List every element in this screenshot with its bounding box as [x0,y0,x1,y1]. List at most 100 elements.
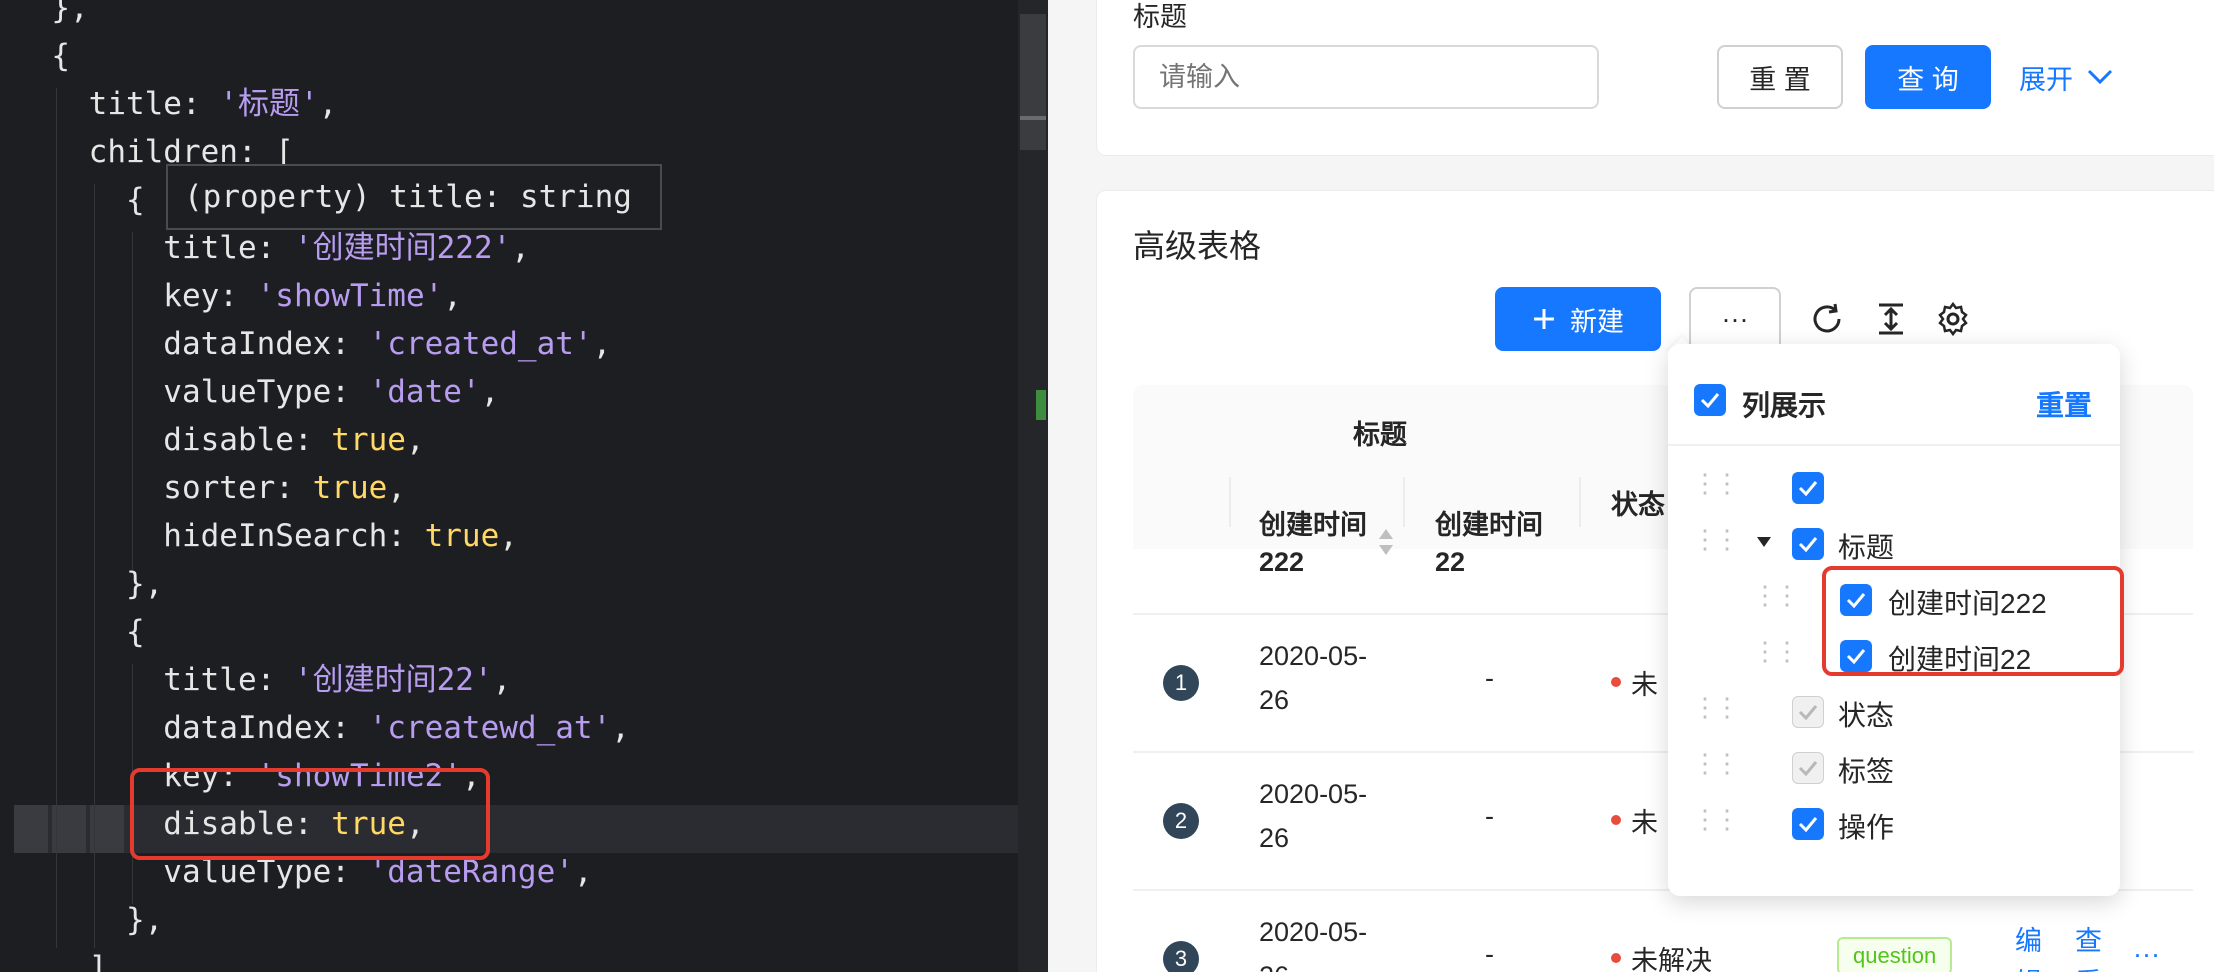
title-search-input[interactable] [1133,45,1599,109]
hover-tooltip: (property) title: string [166,164,662,230]
drag-handle-icon[interactable]: ⋮⋮ [1692,524,1740,555]
reset-button[interactable]: 重 置 [1717,45,1843,109]
code-line: dataIndex: 'createwd_at', [14,704,630,752]
edit-link-2[interactable]: 辑 [2015,961,2042,972]
column-checkbox[interactable] [1792,808,1824,840]
row-date: 26 [1259,685,1290,715]
highlight-box-child-columns [1822,566,2124,676]
column-item-label: 标签 [1838,756,1895,787]
view-link[interactable]: 查 [2075,919,2102,958]
column-settings-title: 列展示 [1742,390,1827,421]
drag-handle-icon[interactable]: ⋮⋮ [1692,692,1740,723]
code-line: dataIndex: 'created_at', [14,320,611,368]
scrollbar-marker [1020,116,1046,120]
row-created22: - [1485,939,1494,969]
check-icon [1798,481,1818,496]
column-checkbox[interactable] [1792,528,1824,560]
code-line: valueType: 'date', [14,368,499,416]
code-token: , [492,662,512,698]
column-settings-reset[interactable]: 重置 [2036,384,2092,424]
column-item-label: 标题 [1838,532,1895,563]
caret-down-icon[interactable] [1756,536,1772,548]
row-more-link[interactable]: ··· [2133,939,2160,970]
drag-handle-icon[interactable]: ⋮⋮ [1692,468,1740,499]
code-line: }, [14,560,163,608]
code-line: title: '标题', [14,80,338,128]
pro-table-app: 标题 重 置 查 询 展开 高级表格 新建 ··· 标题 创建时间 222 创建… [1048,0,2214,972]
header-divider [1229,477,1231,527]
code-line: title: '创建时间22', [14,656,511,704]
code-token: key: [14,278,257,314]
status-dot [1611,815,1621,825]
drag-handle-icon[interactable]: ⋮⋮ [1752,636,1800,667]
header-created-22-l2: 22 [1435,547,1466,577]
row-date: 2020-05- [1259,779,1368,809]
code-token: true [424,518,500,554]
query-button[interactable]: 查 询 [1865,45,1991,109]
code-line: hideInSearch: true, [14,512,518,560]
code-token: , [405,422,425,458]
code-token: disable: [14,422,332,458]
check-icon [1798,705,1818,720]
code-token: , [499,518,518,554]
code-line: sorter: true, [14,464,406,512]
row-index-badge: 2 [1163,803,1199,839]
code-token: , [511,230,530,266]
more-button[interactable]: ··· [1689,287,1781,351]
settings-gear-icon[interactable] [1935,301,1971,337]
chevron-down-icon [2087,69,2113,85]
edit-link[interactable]: 编 [2015,919,2042,958]
code-token: }, [14,902,164,938]
header-created-222-l1[interactable]: 创建时间 [1259,503,1367,542]
new-button[interactable]: 新建 [1495,287,1661,351]
expand-toggle[interactable]: 展开 [2019,45,2113,109]
code-line: disable: true, [14,416,425,464]
code-token: title: [14,230,294,266]
code-token: , [480,374,500,410]
new-label: 新建 [1570,306,1624,337]
drag-handle-icon[interactable]: ⋮⋮ [1692,748,1740,779]
code-token: dataIndex: [14,710,369,746]
header-divider [1579,477,1581,527]
row-date: 26 [1259,961,1289,972]
status-dot [1611,953,1621,963]
row-created22: - [1485,801,1494,831]
code-token: { [14,38,70,74]
column-checkbox-disabled [1792,752,1824,784]
drag-handle-icon[interactable]: ⋮⋮ [1752,580,1800,611]
drag-handle-icon[interactable]: ⋮⋮ [1692,804,1740,835]
row-status: 未 [1631,670,1658,700]
row-index-badge: 1 [1163,665,1199,701]
view-link-2[interactable]: 看 [2075,961,2102,972]
scrollbar-thumb[interactable] [1020,14,1046,150]
column-item-label: 操作 [1838,812,1895,843]
code-token: hideInSearch: [14,518,425,554]
column-select-all-checkbox[interactable] [1694,384,1726,416]
code-editor[interactable]: }, { title: '标题', children: [ { title: '… [0,0,1048,972]
row-status: 未解决 [1631,946,1712,972]
header-created-22-l1: 创建时间 [1435,510,1543,540]
check-icon [1798,761,1818,776]
code-token: valueType: [14,374,369,410]
header-group-title: 标题 [1353,420,1407,450]
row-index-badge: 3 [1163,941,1199,972]
density-icon[interactable] [1873,301,1909,337]
reload-icon[interactable] [1809,301,1845,337]
code-line: }, [14,0,88,32]
row-status: 未 [1631,808,1658,838]
status-dot [1611,677,1621,687]
header-created-222-l2: 222 [1259,547,1305,577]
code-token: 'createwd_at' [368,710,612,746]
column-checkbox-disabled [1792,696,1824,728]
code-line: }, [14,896,163,944]
sorter-icon[interactable] [1377,527,1395,557]
check-icon [1798,537,1818,552]
code-token: { [14,614,145,650]
code-line: key: 'showTime', [14,272,462,320]
code-token: '创建时间22' [293,662,493,698]
code-token: { [14,182,145,218]
code-token: , [573,854,593,890]
column-item-label: 状态 [1838,700,1895,731]
column-checkbox[interactable] [1792,472,1824,504]
code-token: }, [14,566,164,602]
